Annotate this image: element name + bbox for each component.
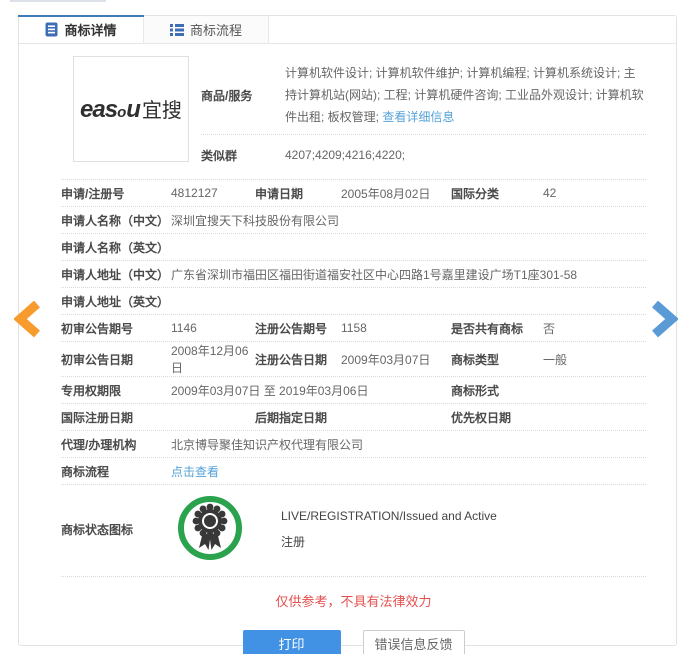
page: 商标详情 商标流程 easou 宜搜 商品/服务 计算机软件设计; 计算机软件维… bbox=[0, 0, 696, 654]
reg-gazette-no-value: 1158 bbox=[341, 321, 367, 335]
list-icon bbox=[169, 23, 184, 37]
field-row-exclusive-period: 专用权期限 2009年03月07日 至 2019年03月06日 商标形式 bbox=[61, 377, 646, 404]
detail-content: easou 宜搜 商品/服务 计算机软件设计; 计算机软件维护; 计算机编程; 计… bbox=[19, 44, 676, 654]
reg-gazette-date-label: 注册公告日期 bbox=[255, 352, 328, 367]
first-gazette-date-value: 2008年12月06日 bbox=[171, 344, 249, 375]
exclusive-period-label: 专用权期限 bbox=[61, 383, 122, 398]
agency-label: 代理/办理机构 bbox=[61, 437, 137, 452]
first-gazette-no-value: 1146 bbox=[171, 321, 197, 335]
applicant-cn-value: 深圳宜搜天下科技股份有限公司 bbox=[171, 213, 340, 228]
medal-icon bbox=[177, 495, 281, 564]
similar-group-value: 4207;4209;4216;4220; bbox=[285, 148, 406, 162]
field-row-address-en: 申请人地址（英文） bbox=[61, 288, 646, 315]
button-row: 打印 错误信息反馈 bbox=[61, 630, 646, 654]
tm-type-label: 商标类型 bbox=[451, 352, 500, 367]
top-divider bbox=[10, 0, 106, 2]
trademark-detail-card: 商标详情 商标流程 easou 宜搜 商品/服务 计算机软件设计; 计算机软件维… bbox=[18, 15, 677, 654]
first-gazette-date-label: 初审公告日期 bbox=[61, 352, 134, 367]
field-row-applicant-cn: 申请人名称（中文） 深圳宜搜天下科技股份有限公司 bbox=[61, 207, 646, 234]
reg-no-label: 申请/注册号 bbox=[61, 186, 125, 201]
address-cn-label: 申请人地址（中文） bbox=[61, 267, 170, 282]
is-shared-label: 是否共有商标 bbox=[451, 321, 524, 336]
reg-gazette-date-value: 2009年03月07日 bbox=[341, 352, 431, 367]
status-section: 商标状态图标 LIVE/REGISTRATION/Issued and Acti… bbox=[61, 485, 646, 577]
tab-label: 商标流程 bbox=[189, 23, 242, 38]
field-row-address-cn: 申请人地址（中文） 广东省深圳市福田区福田街道福安社区中心四路1号嘉里建设广场T… bbox=[61, 261, 646, 288]
app-date-value: 2005年08月02日 bbox=[341, 186, 431, 201]
document-icon bbox=[45, 22, 58, 37]
trademark-image: easou 宜搜 bbox=[73, 56, 189, 162]
field-row-gazette-date: 初审公告日期 2008年12月06日 注册公告日期 2009年03月07日 商标… bbox=[61, 342, 646, 377]
intl-reg-date-label: 国际注册日期 bbox=[61, 410, 134, 425]
disclaimer-text: 仅供参考，不具有法律效力 bbox=[275, 594, 432, 609]
intl-class-label: 国际分类 bbox=[451, 186, 500, 201]
easou-logo: easou 宜搜 bbox=[80, 96, 182, 123]
tm-form-label: 商标形式 bbox=[451, 383, 500, 398]
chevron-left-icon[interactable] bbox=[13, 300, 40, 343]
goods-label: 商品/服务 bbox=[201, 88, 253, 103]
field-row-gazette-no: 初审公告期号 1146 注册公告期号 1158 是否共有商标 否 bbox=[61, 315, 646, 342]
goods-detail-link[interactable]: 查看详细信息 bbox=[382, 110, 454, 124]
status-line-en: LIVE/REGISTRATION/Issued and Active bbox=[281, 509, 497, 523]
chevron-right-icon[interactable] bbox=[652, 300, 679, 343]
agency-value: 北京博导聚佳知识产权代理有限公司 bbox=[171, 437, 364, 452]
status-line-cn: 注册 bbox=[281, 535, 306, 549]
reg-gazette-no-label: 注册公告期号 bbox=[255, 321, 328, 336]
app-date-label: 申请日期 bbox=[255, 186, 304, 201]
is-shared-value: 否 bbox=[543, 321, 556, 336]
intl-class-value: 42 bbox=[543, 186, 557, 200]
status-label: 商标状态图标 bbox=[61, 523, 134, 537]
field-row-agency: 代理/办理机构 北京博导聚佳知识产权代理有限公司 bbox=[61, 431, 646, 458]
applicant-cn-label: 申请人名称（中文） bbox=[61, 213, 170, 228]
tab-trademark-detail[interactable]: 商标详情 bbox=[18, 15, 144, 43]
field-row-registration: 申请/注册号 4812127 申请日期 2005年08月02日 国际分类 42 bbox=[61, 180, 646, 207]
feedback-button[interactable]: 错误信息反馈 bbox=[362, 630, 465, 654]
process-label: 商标流程 bbox=[61, 464, 110, 479]
applicant-en-label: 申请人名称（英文） bbox=[61, 240, 170, 255]
address-en-label: 申请人地址（英文） bbox=[61, 294, 170, 309]
print-button[interactable]: 打印 bbox=[242, 630, 341, 654]
goods-section: easou 宜搜 商品/服务 计算机软件设计; 计算机软件维护; 计算机编程; 计… bbox=[61, 56, 646, 180]
tm-type-value: 一般 bbox=[543, 352, 568, 367]
field-row-process: 商标流程 点击查看 bbox=[61, 458, 646, 485]
first-gazette-no-label: 初审公告期号 bbox=[61, 321, 134, 336]
exclusive-period-value: 2009年03月07日 至 2019年03月06日 bbox=[171, 383, 369, 398]
reg-no-value: 4812127 bbox=[171, 186, 218, 200]
goods-value: 计算机软件设计; 计算机软件维护; 计算机编程; 计算机系统设计; 主持计算机站… bbox=[285, 66, 644, 124]
later-designation-date-label: 后期指定日期 bbox=[255, 410, 328, 425]
address-cn-value: 广东省深圳市福田区福田街道福安社区中心四路1号嘉里建设广场T1座301-58 bbox=[171, 267, 578, 282]
tab-bar: 商标详情 商标流程 bbox=[18, 15, 676, 44]
process-view-link[interactable]: 点击查看 bbox=[171, 463, 646, 480]
tab-label: 商标详情 bbox=[64, 23, 117, 38]
tab-trademark-process[interactable]: 商标流程 bbox=[144, 16, 269, 43]
similar-group-label: 类似群 bbox=[201, 148, 238, 163]
priority-date-label: 优先权日期 bbox=[451, 410, 512, 425]
field-row-applicant-en: 申请人名称（英文） bbox=[61, 234, 646, 261]
field-row-intl-dates: 国际注册日期 后期指定日期 优先权日期 bbox=[61, 404, 646, 431]
